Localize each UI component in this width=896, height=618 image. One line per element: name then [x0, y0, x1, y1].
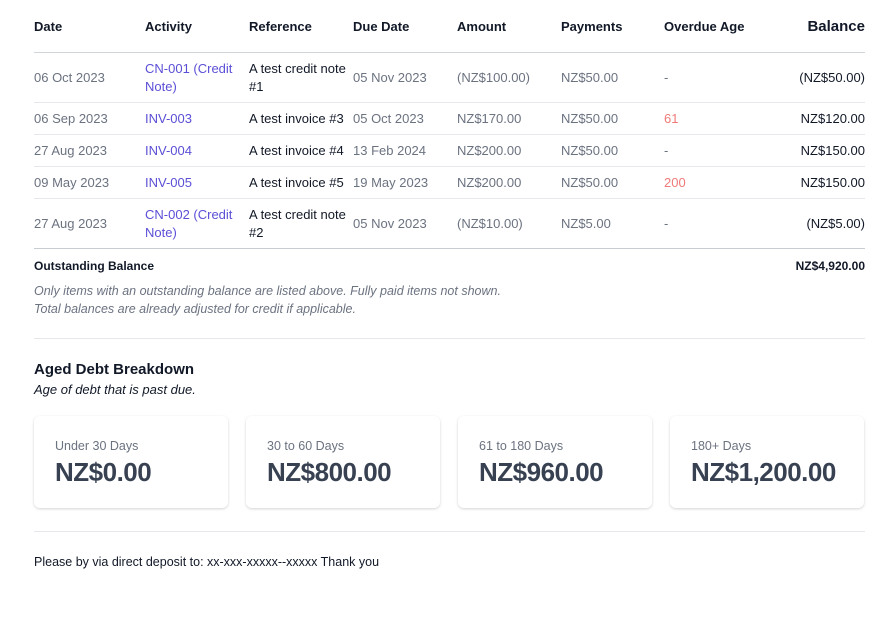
- row-balance: NZ$120.00: [770, 102, 865, 135]
- column-header-reference: Reference: [249, 0, 353, 53]
- balance-note-line: Total balances are already adjusted for …: [34, 302, 356, 316]
- row-due-date: 05 Oct 2023: [353, 102, 457, 135]
- column-header-overdue-age: Overdue Age: [664, 0, 770, 53]
- aged-debt-card-amount: NZ$800.00: [267, 457, 392, 487]
- row-overdue-age: -: [664, 198, 770, 249]
- row-activity-link[interactable]: CN-001 (Credit Note): [145, 52, 249, 103]
- statement-page: Date Activity Reference Due Date Amount …: [34, 0, 865, 569]
- table-row: 06 Sep 2023 INV-003 A test invoice #3 05…: [34, 102, 865, 135]
- aged-debt-title: Aged Debt Breakdown: [34, 361, 195, 378]
- row-amount: NZ$200.00: [457, 166, 561, 199]
- row-payments: NZ$50.00: [561, 52, 664, 103]
- aged-debt-card-label: 61 to 180 Days: [479, 439, 564, 453]
- row-amount: (NZ$100.00): [457, 52, 561, 103]
- row-due-date: 05 Nov 2023: [353, 52, 457, 103]
- balance-notes: Only items with an outstanding balance a…: [34, 282, 865, 318]
- aged-debt-card-amount: NZ$1,200.00: [691, 457, 836, 487]
- row-payments: NZ$50.00: [561, 166, 664, 199]
- row-amount: NZ$200.00: [457, 134, 561, 167]
- section-divider: [34, 531, 865, 532]
- row-balance: (NZ$50.00): [770, 52, 865, 103]
- row-reference: A test invoice #3: [249, 102, 353, 135]
- row-date: 27 Aug 2023: [34, 134, 145, 167]
- column-header-due-date: Due Date: [353, 0, 457, 53]
- section-divider: [34, 338, 865, 339]
- outstanding-balance-label: Outstanding Balance: [34, 258, 155, 273]
- aged-debt-card-under-30: Under 30 Days NZ$0.00: [34, 416, 228, 508]
- aged-debt-card-amount: NZ$0.00: [55, 457, 152, 487]
- row-balance: NZ$150.00: [770, 134, 865, 167]
- row-overdue-age: -: [664, 52, 770, 103]
- row-due-date: 13 Feb 2024: [353, 134, 457, 167]
- aged-debt-card-label: Under 30 Days: [55, 439, 139, 453]
- row-payments: NZ$5.00: [561, 198, 664, 249]
- row-due-date: 19 May 2023: [353, 166, 457, 199]
- row-payments: NZ$50.00: [561, 102, 664, 135]
- aged-debt-card-amount: NZ$960.00: [479, 457, 604, 487]
- row-reference: A test credit note #2: [249, 198, 353, 249]
- row-amount: (NZ$10.00): [457, 198, 561, 249]
- row-reference: A test invoice #4: [249, 134, 353, 167]
- table-header-row: Date Activity Reference Due Date Amount …: [34, 0, 865, 53]
- row-overdue-age: 61: [664, 102, 770, 135]
- row-date: 06 Sep 2023: [34, 102, 145, 135]
- row-balance: NZ$150.00: [770, 166, 865, 199]
- row-reference: A test credit note #1: [249, 52, 353, 103]
- table-row: 27 Aug 2023 CN-002 (Credit Note) A test …: [34, 198, 865, 249]
- aged-debt-card-61-to-180: 61 to 180 Days NZ$960.00: [458, 416, 652, 508]
- row-date: 06 Oct 2023: [34, 52, 145, 103]
- row-activity-link[interactable]: CN-002 (Credit Note): [145, 198, 249, 249]
- aged-debt-cards: Under 30 Days NZ$0.00 30 to 60 Days NZ$8…: [34, 416, 865, 508]
- row-overdue-age: -: [664, 134, 770, 167]
- row-activity-link[interactable]: INV-005: [145, 166, 249, 199]
- table-row: 06 Oct 2023 CN-001 (Credit Note) A test …: [34, 52, 865, 103]
- row-amount: NZ$170.00: [457, 102, 561, 135]
- aged-debt-subtitle: Age of debt that is past due.: [34, 382, 196, 397]
- row-activity-link[interactable]: INV-003: [145, 102, 249, 135]
- row-due-date: 05 Nov 2023: [353, 198, 457, 249]
- column-header-payments: Payments: [561, 0, 664, 53]
- row-payments: NZ$50.00: [561, 134, 664, 167]
- column-header-date: Date: [34, 0, 145, 53]
- outstanding-balance-value: NZ$4,920.00: [795, 258, 865, 273]
- payment-instructions: Please by via direct deposit to: xx-xxx-…: [34, 555, 380, 569]
- statement-table: Date Activity Reference Due Date Amount …: [34, 0, 865, 249]
- row-activity-link[interactable]: INV-004: [145, 134, 249, 167]
- column-header-balance: Balance: [770, 0, 865, 53]
- table-row: 09 May 2023 INV-005 A test invoice #5 19…: [34, 166, 865, 199]
- row-date: 09 May 2023: [34, 166, 145, 199]
- row-balance: (NZ$5.00): [770, 198, 865, 249]
- column-header-amount: Amount: [457, 0, 561, 53]
- balance-note-line: Only items with an outstanding balance a…: [34, 284, 501, 298]
- row-date: 27 Aug 2023: [34, 198, 145, 249]
- outstanding-balance-row: Outstanding Balance NZ$4,920.00: [34, 249, 865, 282]
- table-row: 27 Aug 2023 INV-004 A test invoice #4 13…: [34, 134, 865, 167]
- aged-debt-card-label: 180+ Days: [691, 439, 752, 453]
- column-header-activity: Activity: [145, 0, 249, 53]
- aged-debt-card-30-to-60: 30 to 60 Days NZ$800.00: [246, 416, 440, 508]
- aged-debt-card-label: 30 to 60 Days: [267, 439, 345, 453]
- row-reference: A test invoice #5: [249, 166, 353, 199]
- aged-debt-card-180-plus: 180+ Days NZ$1,200.00: [670, 416, 864, 508]
- row-overdue-age: 200: [664, 166, 770, 199]
